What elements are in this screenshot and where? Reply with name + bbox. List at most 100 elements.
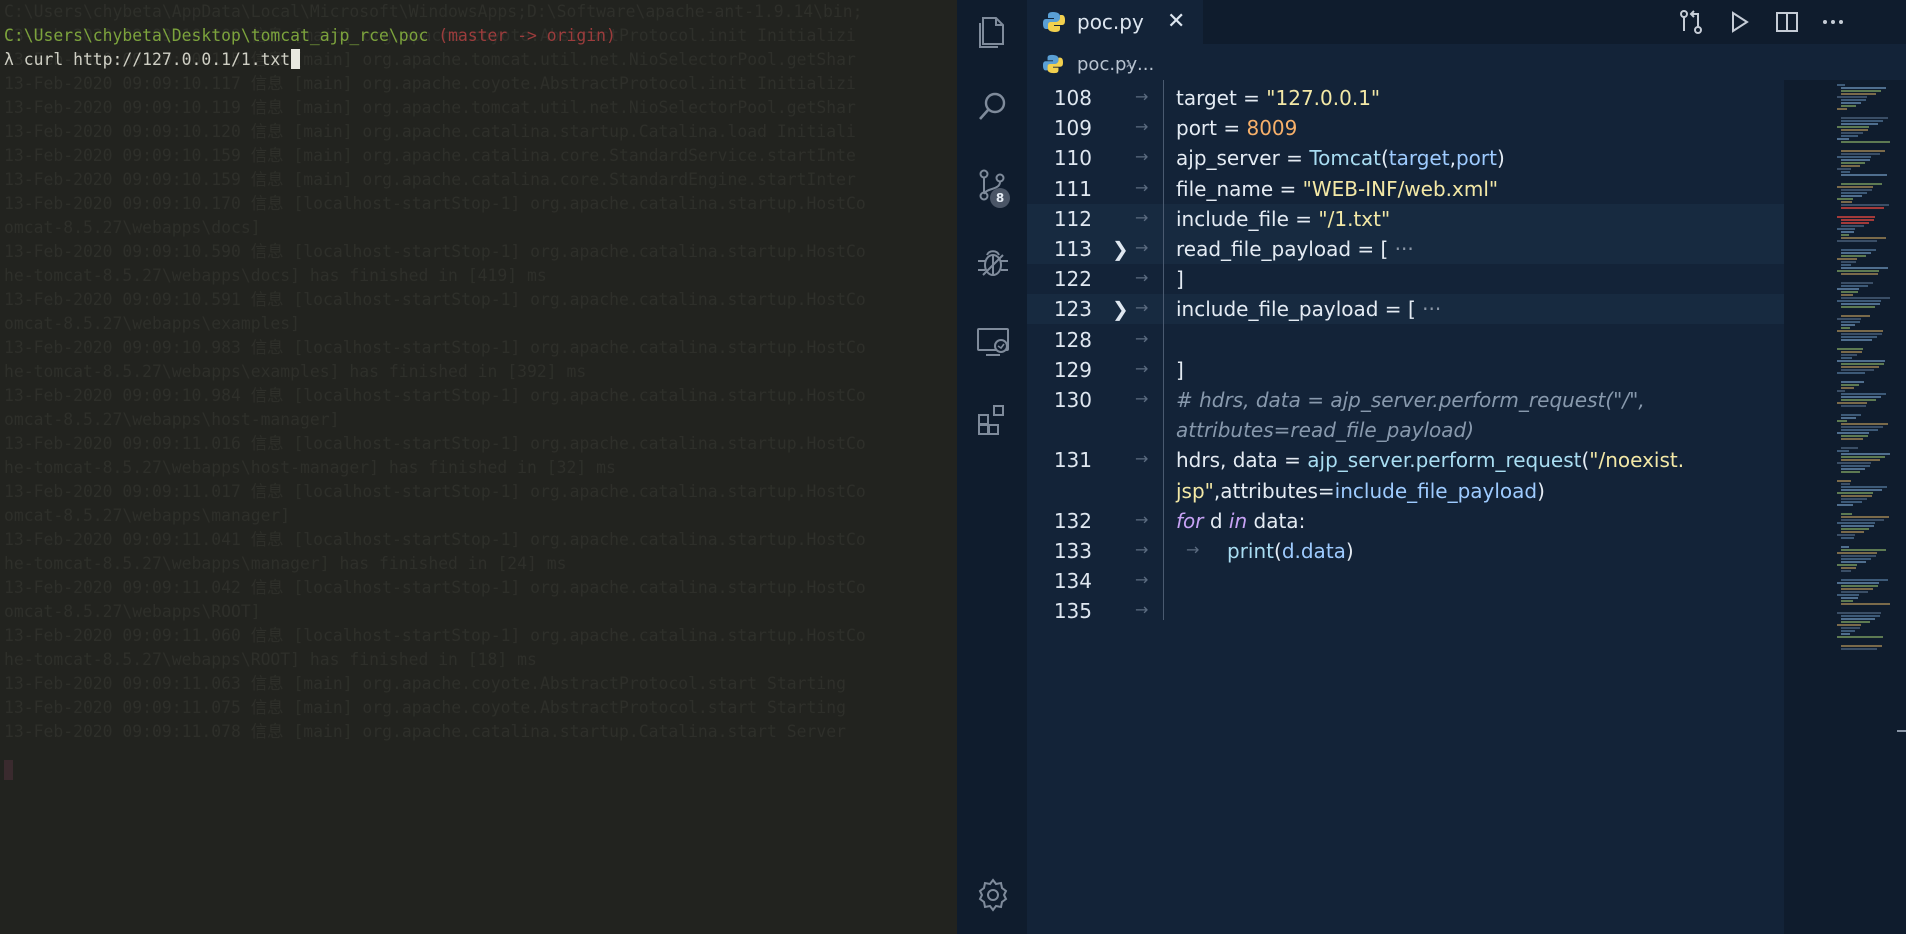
minimap-line (1837, 636, 1883, 638)
minimap-line (1841, 90, 1881, 92)
minimap-line (1837, 462, 1871, 464)
code-token: include_file (1176, 206, 1289, 231)
breadcrumb-symbol[interactable]: ... (1137, 54, 1154, 75)
code-token: attributes=read_file_payload) (1176, 418, 1475, 443)
minimap-line (1841, 498, 1867, 500)
code-editor-window: 8 poc.py ✕ poc.py › ... 108 → target = "… (957, 0, 1906, 934)
code-token: = (1378, 297, 1408, 322)
minimap-line (1841, 567, 1856, 569)
settings-gear-icon[interactable] (974, 876, 1012, 914)
terminal-log-line: 13-Feb-2020 09:09:10.119 信息 [main] org.a… (4, 98, 856, 117)
minimap[interactable] (1837, 80, 1897, 660)
minimap-line (1841, 201, 1852, 203)
code-line[interactable]: 108 → target = "127.0.0.1" (1027, 83, 1784, 113)
code-token: ] (1176, 357, 1184, 382)
code-line[interactable]: 129 →] (1027, 355, 1784, 385)
code-text: ] (1176, 267, 1184, 291)
minimap-line (1841, 471, 1860, 473)
minimap-line (1841, 528, 1869, 530)
minimap-line (1841, 222, 1869, 224)
minimap-line (1841, 282, 1873, 284)
code-text: print(d.data) (1227, 539, 1354, 563)
minimap-line (1841, 294, 1853, 296)
code-line[interactable]: 111 → file_name = "WEB-INF/web.xml" (1027, 174, 1784, 204)
code-line[interactable]: 132 → for d in data: (1027, 506, 1784, 536)
code-line[interactable]: 109 → port = 8009 (1027, 113, 1784, 143)
minimap-line (1841, 273, 1878, 275)
code-text: ajp_server = Tomcat(target,port) (1176, 146, 1505, 170)
code-line[interactable]: 131 → hdrs, data = ajp_server.perform_requ… (1027, 445, 1784, 475)
minimap-line (1837, 480, 1851, 482)
minimap-line (1841, 333, 1882, 335)
code-line[interactable]: attributes=read_file_payload) (1027, 415, 1784, 445)
code-token: jsp" (1176, 478, 1214, 503)
code-line[interactable]: 112 → include_file = "/1.txt" (1027, 203, 1784, 234)
minimap-line (1841, 354, 1857, 356)
code-line[interactable]: 135 → (1027, 596, 1784, 626)
terminal-log-line: 13-Feb-2020 09:09:11.060 信息 [localhost-s… (4, 626, 866, 645)
fold-chevron-icon[interactable]: ❯ (1112, 237, 1129, 261)
terminal-log-line: omcat-8.5.27\webapps\ROOT] (4, 602, 261, 621)
minimap-line (1841, 489, 1882, 491)
code-line[interactable]: 122 →] (1027, 264, 1784, 294)
code-line[interactable]: 134 → (1027, 566, 1784, 596)
whitespace-arrow-icon: → (1135, 509, 1149, 529)
minimap-line (1841, 183, 1882, 185)
code-token: d (1203, 508, 1229, 533)
code-token: ( (1380, 146, 1389, 171)
minimap-line (1841, 435, 1868, 437)
tab-close-icon[interactable]: ✕ (1167, 9, 1185, 34)
explorer-icon[interactable] (974, 10, 1012, 48)
minimap-line (1837, 582, 1879, 584)
minimap-line (1841, 429, 1878, 431)
code-line[interactable]: 130 → # hdrs, data = ajp_server.perform_re… (1027, 385, 1784, 415)
more-actions-icon[interactable] (1819, 8, 1847, 36)
minimap-line (1841, 234, 1849, 236)
minimap-line (1841, 255, 1866, 257)
line-number: 130 (1053, 388, 1092, 412)
scrollbar-marker[interactable] (1897, 730, 1906, 732)
code-token: data: (1247, 508, 1306, 533)
minimap-line (1841, 120, 1883, 122)
code-line[interactable]: 123 ❯ → include_file_payload = [ ··· (1027, 294, 1784, 325)
minimap-line (1841, 207, 1884, 209)
code-area[interactable]: 108 → target = "127.0.0.1" 109 → port = 8009 1… (1027, 80, 1784, 934)
search-icon[interactable] (974, 88, 1012, 126)
extensions-icon[interactable] (974, 400, 1012, 438)
split-editor-icon[interactable] (1773, 8, 1801, 36)
open-changes-icon[interactable] (1677, 8, 1705, 36)
minimap-line (1837, 96, 1867, 98)
code-line[interactable]: 133 → → print(d.data) (1027, 536, 1784, 566)
code-line[interactable]: jsp",attributes=include_file_payload) (1027, 476, 1784, 506)
fold-chevron-icon[interactable]: ❯ (1112, 297, 1129, 321)
whitespace-arrow-icon: → (1135, 449, 1149, 469)
minimap-line (1841, 579, 1888, 581)
code-text: for d in data: (1176, 509, 1305, 533)
minimap-line (1841, 414, 1861, 416)
minimap-line (1841, 204, 1889, 206)
line-number: 108 (1053, 86, 1092, 110)
prompt-path: C:\Users\chybeta\Desktop\tomcat_ajp_rce\… (4, 26, 429, 45)
minimap-line (1841, 516, 1889, 518)
remote-explorer-icon[interactable] (974, 322, 1012, 360)
debug-icon[interactable] (974, 244, 1012, 282)
minimap-line (1841, 627, 1860, 629)
terminal-command-line[interactable]: λ curl http://127.0.0.1/1.txt (0, 48, 957, 72)
code-token: [ (1407, 297, 1416, 322)
whitespace-arrow-icon: → (1135, 87, 1149, 106)
tab-poc-py[interactable]: poc.py ✕ (1027, 0, 1203, 44)
minimap-line (1841, 219, 1874, 221)
minimap-line (1837, 168, 1851, 170)
code-line[interactable]: 128 → (1027, 325, 1784, 355)
code-line[interactable]: 113 ❯ → read_file_payload = [ ··· (1027, 234, 1784, 264)
minimap-line (1841, 423, 1888, 425)
run-file-icon[interactable] (1725, 8, 1753, 36)
code-text: include_file_payload = [ ··· (1176, 297, 1441, 321)
minimap-line (1837, 372, 1865, 374)
minimap-line (1841, 336, 1877, 338)
code-line[interactable]: 110 → ajp_server = Tomcat(target,port) (1027, 143, 1784, 173)
source-control-badge: 8 (990, 188, 1010, 208)
minimap-line (1841, 267, 1888, 269)
terminal-panel[interactable]: C:\Users\chybeta\AppData\Local\Microsoft… (0, 0, 957, 934)
terminal-log-line: 13-Feb-2020 09:09:11.063 信息 [main] org.a… (4, 674, 846, 693)
